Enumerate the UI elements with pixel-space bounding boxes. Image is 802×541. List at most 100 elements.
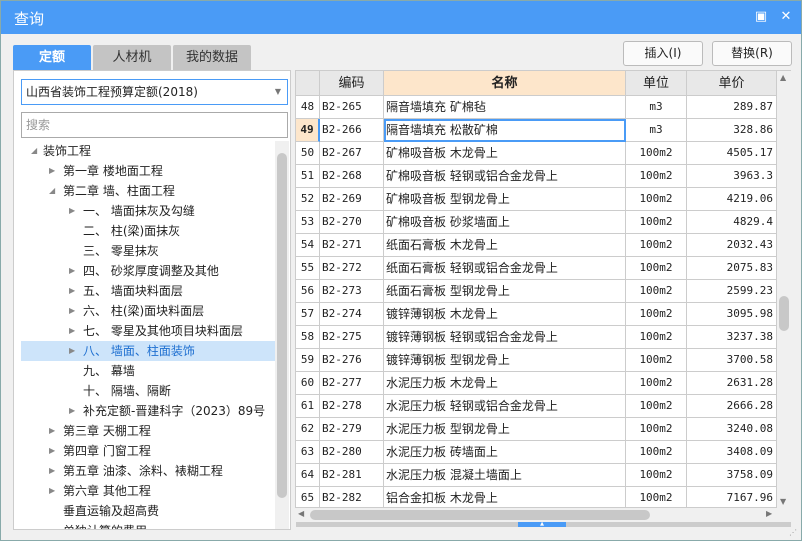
code-cell[interactable]: B2-280 — [320, 441, 384, 464]
name-cell[interactable]: 镀锌薄钢板 型钢龙骨上 — [384, 349, 626, 372]
price-cell[interactable]: 3240.08 — [687, 418, 777, 441]
unit-cell[interactable]: 100m2 — [626, 280, 687, 303]
tree-scrollbar[interactable] — [275, 141, 289, 529]
code-cell[interactable]: B2-267 — [320, 142, 384, 165]
code-cell[interactable]: B2-282 — [320, 487, 384, 507]
code-cell[interactable]: B2-275 — [320, 326, 384, 349]
name-cell[interactable]: 矿棉吸音板 砂浆墙面上 — [384, 211, 626, 234]
code-cell[interactable]: B2-281 — [320, 464, 384, 487]
name-cell[interactable]: 水泥压力板 砖墙面上 — [384, 441, 626, 464]
price-cell[interactable]: 3408.09 — [687, 441, 777, 464]
scroll-up-icon[interactable]: ▲ — [780, 73, 786, 82]
name-cell[interactable]: 隔音墙填充 矿棉毡 — [384, 96, 626, 119]
tree-node[interactable]: ▶ 第六章 其他工程 — [21, 481, 275, 501]
unit-cell[interactable]: m3 — [626, 119, 687, 142]
price-cell[interactable]: 2599.23 — [687, 280, 777, 303]
replace-button[interactable]: 替换(R) — [712, 41, 792, 66]
unit-header[interactable]: 单位 — [626, 71, 687, 96]
tree-node[interactable]: 三、 零星抹灰 — [21, 241, 275, 261]
code-cell[interactable]: B2-274 — [320, 303, 384, 326]
unit-cell[interactable]: 100m2 — [626, 349, 687, 372]
tree-node[interactable]: 二、 柱(梁)面抹灰 — [21, 221, 275, 241]
collapsed-arrow-icon[interactable]: ▶ — [69, 301, 75, 321]
code-cell[interactable]: B2-278 — [320, 395, 384, 418]
unit-cell[interactable]: 100m2 — [626, 142, 687, 165]
name-cell[interactable]: 矿棉吸音板 木龙骨上 — [384, 142, 626, 165]
restore-icon[interactable]: ▣ — [754, 10, 768, 24]
code-cell[interactable]: B2-273 — [320, 280, 384, 303]
name-cell[interactable]: 纸面石膏板 型钢龙骨上 — [384, 280, 626, 303]
name-cell[interactable]: 水泥压力板 混凝土墙面上 — [384, 464, 626, 487]
price-cell[interactable]: 289.87 — [687, 96, 777, 119]
unit-cell[interactable]: 100m2 — [626, 487, 687, 507]
name-cell[interactable]: 纸面石膏板 轻钢或铝合金龙骨上 — [384, 257, 626, 280]
price-cell[interactable]: 4219.06 — [687, 188, 777, 211]
search-input[interactable] — [21, 112, 288, 138]
code-header[interactable]: 编码 — [320, 71, 384, 96]
unit-cell[interactable]: 100m2 — [626, 372, 687, 395]
unit-cell[interactable]: 100m2 — [626, 211, 687, 234]
tree-node[interactable]: ▶ 第四章 门窗工程 — [21, 441, 275, 461]
price-header[interactable]: 单价 — [687, 71, 777, 96]
tree-node[interactable]: ▶ 第一章 楼地面工程 — [21, 161, 275, 181]
tree-node[interactable]: 垂直运输及超高费 — [21, 501, 275, 521]
tree-node[interactable]: ▶ 五、 墙面块料面层 — [21, 281, 275, 301]
table-vertical-scrollbar[interactable]: ▲ ▼ — [777, 71, 791, 508]
scroll-down-icon[interactable]: ▼ — [780, 497, 786, 506]
collapsed-arrow-icon[interactable]: ▶ — [49, 441, 55, 461]
unit-cell[interactable]: m3 — [626, 96, 687, 119]
price-cell[interactable]: 7167.96 — [687, 487, 777, 507]
code-cell[interactable]: B2-269 — [320, 188, 384, 211]
collapsed-arrow-icon[interactable]: ▶ — [49, 421, 55, 441]
tree-node[interactable]: ▶ 第五章 油漆、涂料、裱糊工程 — [21, 461, 275, 481]
price-cell[interactable]: 4505.17 — [687, 142, 777, 165]
price-cell[interactable]: 2666.28 — [687, 395, 777, 418]
expanded-arrow-icon[interactable]: ◢ — [49, 181, 55, 201]
code-cell[interactable]: B2-271 — [320, 234, 384, 257]
unit-cell[interactable]: 100m2 — [626, 303, 687, 326]
collapsed-arrow-icon[interactable]: ▶ — [69, 201, 75, 221]
collapsed-arrow-icon[interactable]: ▶ — [69, 321, 75, 341]
unit-cell[interactable]: 100m2 — [626, 464, 687, 487]
collapsed-arrow-icon[interactable]: ▶ — [49, 461, 55, 481]
name-cell[interactable]: 隔音墙填充 松散矿棉 — [384, 119, 626, 142]
name-cell[interactable]: 镀锌薄钢板 轻钢或铝合金龙骨上 — [384, 326, 626, 349]
name-cell[interactable]: 纸面石膏板 木龙骨上 — [384, 234, 626, 257]
price-cell[interactable]: 2075.83 — [687, 257, 777, 280]
code-cell[interactable]: B2-268 — [320, 165, 384, 188]
tree-node[interactable]: ▶ 八、 墙面、柱面装饰 — [21, 341, 275, 361]
tree-node[interactable]: ▶ 第三章 天棚工程 — [21, 421, 275, 441]
scroll-left-icon[interactable]: ◀ — [298, 509, 304, 518]
code-cell[interactable]: B2-270 — [320, 211, 384, 234]
library-select[interactable]: 山西省装饰工程预算定额(2018) ▼ — [21, 79, 288, 105]
tree-node[interactable]: ▶ 七、 零星及其他项目块料面层 — [21, 321, 275, 341]
unit-cell[interactable]: 100m2 — [626, 395, 687, 418]
tree-node[interactable]: ◢ 装饰工程 — [21, 141, 275, 161]
price-cell[interactable]: 328.86 — [687, 119, 777, 142]
name-cell[interactable]: 矿棉吸音板 型钢龙骨上 — [384, 188, 626, 211]
tab-quota[interactable]: 定额 — [13, 45, 91, 70]
tree-node[interactable]: 九、 幕墙 — [21, 361, 275, 381]
code-cell[interactable]: B2-265 — [320, 96, 384, 119]
code-cell[interactable]: B2-266 — [320, 119, 384, 142]
tree-node[interactable]: 单独计算的费用 — [21, 521, 275, 529]
resize-grip-icon[interactable]: ⋰ — [789, 528, 797, 537]
collapsed-arrow-icon[interactable]: ▶ — [69, 341, 75, 361]
price-cell[interactable]: 3700.58 — [687, 349, 777, 372]
unit-cell[interactable]: 100m2 — [626, 188, 687, 211]
collapsed-arrow-icon[interactable]: ▶ — [69, 401, 75, 421]
name-cell[interactable]: 矿棉吸音板 轻钢或铝合金龙骨上 — [384, 165, 626, 188]
unit-cell[interactable]: 100m2 — [626, 234, 687, 257]
price-cell[interactable]: 3237.38 — [687, 326, 777, 349]
row-number-header[interactable] — [296, 71, 320, 96]
unit-cell[interactable]: 100m2 — [626, 418, 687, 441]
name-header[interactable]: 名称 — [384, 71, 626, 96]
table-vscroll-thumb[interactable] — [779, 296, 789, 331]
collapsed-arrow-icon[interactable]: ▶ — [69, 281, 75, 301]
title-bar[interactable]: 查询 ▣ ✕ — [1, 1, 801, 34]
code-cell[interactable]: B2-276 — [320, 349, 384, 372]
table-horizontal-scrollbar[interactable]: ◀ ▶ — [296, 508, 791, 522]
panel-splitter[interactable]: ▲ — [296, 522, 791, 527]
tree-node[interactable]: ◢ 第二章 墙、柱面工程 — [21, 181, 275, 201]
scroll-right-icon[interactable]: ▶ — [766, 509, 772, 518]
